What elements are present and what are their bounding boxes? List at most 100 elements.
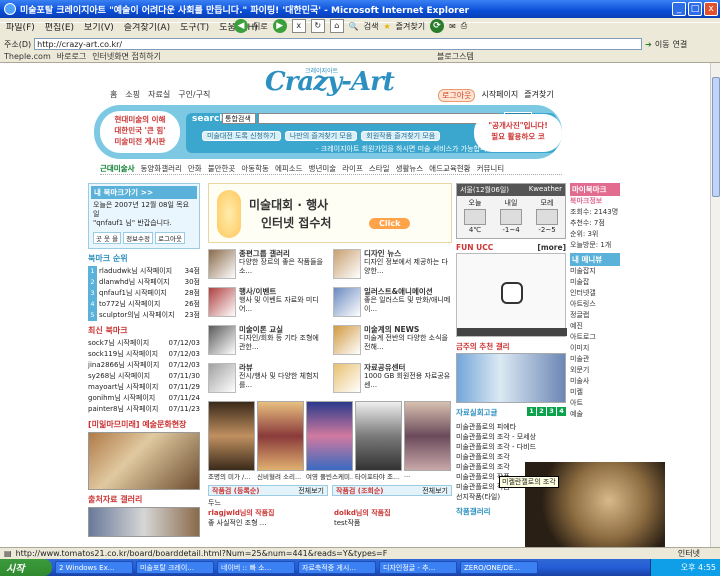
latest-row[interactable]: painter8님 시작페이지 07/11/23: [88, 404, 200, 415]
search-left-notice[interactable]: 현대미술의 이해 대한민국 '큰 힘' 미술미전 게시판: [100, 111, 180, 153]
my-menu-link[interactable]: 인터넷갤: [570, 288, 620, 299]
cat-oriental[interactable]: 동양화갤러리: [141, 163, 182, 174]
cat-news[interactable]: 생활뉴스: [396, 163, 424, 174]
feature-item[interactable]: 미술이론 교실 디자인/회화 등 기타 조형에 관한...: [208, 325, 327, 359]
feature-title[interactable]: 미술이론 교실: [239, 325, 327, 334]
feature-item[interactable]: 디자인 뉴스 디자인 정보에서 제공하는 다양한...: [333, 249, 452, 283]
page-4[interactable]: 4: [557, 407, 566, 416]
feature-thumbnail[interactable]: [333, 325, 361, 355]
works-left-item-2[interactable]: rlagjwld님의 작품집: [208, 508, 326, 518]
event-title[interactable]: [미읾마므미래] 예술문화현장: [88, 419, 200, 430]
works-left-item-1[interactable]: 두느: [208, 498, 326, 508]
mypage-head[interactable]: 내 북마크가기 >>: [91, 186, 197, 199]
data-list-item[interactable]: 미술관플로의 피에타: [456, 422, 566, 432]
home-icon[interactable]: ⌂: [329, 19, 344, 33]
gallery-thumbnail[interactable]: [88, 507, 200, 537]
my-menu-link[interactable]: 이미지: [570, 343, 620, 354]
photo-caption-5[interactable]: ...: [404, 471, 451, 481]
refresh-icon[interactable]: ↻: [310, 19, 325, 33]
feature-thumbnail[interactable]: [208, 287, 236, 317]
works-right-item-1[interactable]: dolkd님의 작품집: [334, 508, 452, 518]
my-menu-link[interactable]: 아트: [570, 398, 620, 409]
fun-ucc-video[interactable]: [456, 253, 567, 337]
cat-kids[interactable]: 아동학동: [241, 163, 269, 174]
link-screen[interactable]: 인터넷화면 접히하기: [92, 51, 161, 62]
cat-years[interactable]: 뱅년미술: [309, 163, 337, 174]
event-thumbnail[interactable]: [88, 432, 200, 490]
go-button[interactable]: 이동: [655, 39, 670, 50]
search-right-notice[interactable]: "공개사진"입니다! 필요 활용하오 코: [474, 114, 562, 152]
feature-item[interactable]: 종편그룹 갤러리 다양한 장르의 좋은 작품들을 소...: [208, 249, 327, 283]
my-menu-link[interactable]: 외문기: [570, 365, 620, 376]
logout-button[interactable]: 로그아웃: [155, 232, 185, 244]
feature-item[interactable]: 미술계의 NEWS 미술계 전반의 다양한 소식을 전해...: [333, 325, 452, 359]
feature-title[interactable]: 미술계의 NEWS: [364, 325, 452, 334]
contest-banner[interactable]: 미술대회 · 행사 인터넷 접수처 Click: [208, 183, 452, 243]
forward-icon[interactable]: ▶: [272, 19, 287, 33]
latest-row[interactable]: sy268님 시작페이지 07/11/30: [88, 371, 200, 382]
mail-icon[interactable]: ✉: [449, 22, 456, 31]
back-button-label[interactable]: 뒤로: [253, 21, 268, 32]
task-button[interactable]: ZERO/ONE/DE...: [460, 561, 538, 574]
cat-modern-art[interactable]: 근대미술사: [100, 163, 135, 174]
bookmark-link[interactable]: 즐겨찾기: [524, 89, 553, 102]
feature-item[interactable]: 라뷰 전시/행사 및 다양한 체험지를...: [208, 363, 327, 397]
task-button[interactable]: 네이버 :: 빠 소...: [217, 561, 295, 574]
page-3[interactable]: 3: [547, 407, 556, 416]
task-button[interactable]: 자료축적중 게시...: [298, 561, 376, 574]
task-button[interactable]: 2 Windows Ex...: [55, 561, 133, 574]
cat-community[interactable]: 커뮤니티: [477, 163, 505, 174]
feature-thumbnail[interactable]: [208, 363, 236, 393]
topnav-home[interactable]: 홈: [110, 89, 117, 100]
mypage-btn-1[interactable]: 곳 웃 을: [93, 232, 122, 244]
photo-caption-2[interactable]: 신비혈려 소리...: [257, 471, 304, 481]
cat-complaint[interactable]: 불만한곳: [208, 163, 236, 174]
latest-row[interactable]: sock119님 시작페이지 07/12/03: [88, 349, 200, 360]
photo-caption-4[interactable]: 타이포타야 조...: [355, 471, 402, 481]
banner-click-button[interactable]: Click: [369, 218, 411, 229]
my-menu-link[interactable]: 미켈: [570, 387, 620, 398]
link-blog[interactable]: 블로그스템: [437, 51, 474, 62]
cat-edu[interactable]: 애드교육현황: [429, 163, 470, 174]
back-icon[interactable]: ◀: [234, 19, 248, 33]
vertical-scrollbar[interactable]: [710, 63, 720, 547]
video-controls[interactable]: [457, 328, 567, 336]
link-theple[interactable]: Theple.com: [4, 52, 51, 61]
latest-row[interactable]: sock7님 시작페이지 07/12/03: [88, 338, 200, 349]
favorites-button-label[interactable]: 즐겨찾기: [396, 21, 425, 32]
link-barologue[interactable]: 바로로그: [57, 51, 86, 62]
my-menu-link[interactable]: 미술잡: [570, 277, 620, 288]
feature-item[interactable]: 행사/이벤트 행사 및 이벤트 자료와 미디어...: [208, 287, 327, 321]
feature-title[interactable]: 행사/이벤트: [239, 287, 327, 296]
tab-by-date-more[interactable]: 전체보기: [298, 486, 324, 496]
my-bookmark-head[interactable]: 마이북마크: [570, 183, 620, 196]
feature-thumbnail[interactable]: [208, 325, 236, 355]
photo-caption-1[interactable]: 조명의 미가 /...: [208, 471, 255, 481]
rank-row[interactable]: 2 dlanwhd님 시작페이지 30점: [88, 277, 200, 288]
cat-cartoon[interactable]: 만화: [188, 163, 202, 174]
rank-row[interactable]: 5 sculptor의님 시작페이지 23점: [88, 310, 200, 321]
search-input[interactable]: [258, 113, 500, 124]
photo-1[interactable]: [208, 401, 255, 471]
latest-row[interactable]: mayoart님 시작페이지 07/11/29: [88, 382, 200, 393]
feature-thumbnail[interactable]: [333, 287, 361, 317]
feature-title[interactable]: 일러스트&애니메이션: [364, 287, 452, 296]
media-icon[interactable]: ⟳: [430, 19, 445, 33]
fun-ucc-more[interactable]: [more]: [537, 243, 566, 252]
data-list-item[interactable]: 미술관플로의 조각: [456, 452, 566, 462]
cat-style[interactable]: 스타일: [369, 163, 390, 174]
tab-by-views[interactable]: 작품검 (조회순) 전체보기: [332, 485, 452, 496]
feature-title[interactable]: 종편그룹 갤러리: [239, 249, 327, 258]
favorites-icon[interactable]: ★: [383, 22, 390, 31]
weather-brand[interactable]: Kweather: [529, 185, 562, 195]
page-2[interactable]: 2: [537, 407, 546, 416]
my-menu-link[interactable]: 미술관: [570, 354, 620, 365]
photo-4[interactable]: [355, 401, 402, 471]
feature-item[interactable]: 자료공유센터 1000 GB 회원전용 자료공유센...: [333, 363, 452, 397]
topnav-jobs[interactable]: 구인/구직: [178, 89, 210, 100]
my-menu-link[interactable]: 아트로그: [570, 332, 620, 343]
go-icon[interactable]: ➔: [645, 40, 652, 49]
topnav-archive[interactable]: 자료실: [148, 89, 170, 100]
feature-thumbnail[interactable]: [208, 249, 236, 279]
latest-row[interactable]: jina2866님 시작페이지 07/12/03: [88, 360, 200, 371]
